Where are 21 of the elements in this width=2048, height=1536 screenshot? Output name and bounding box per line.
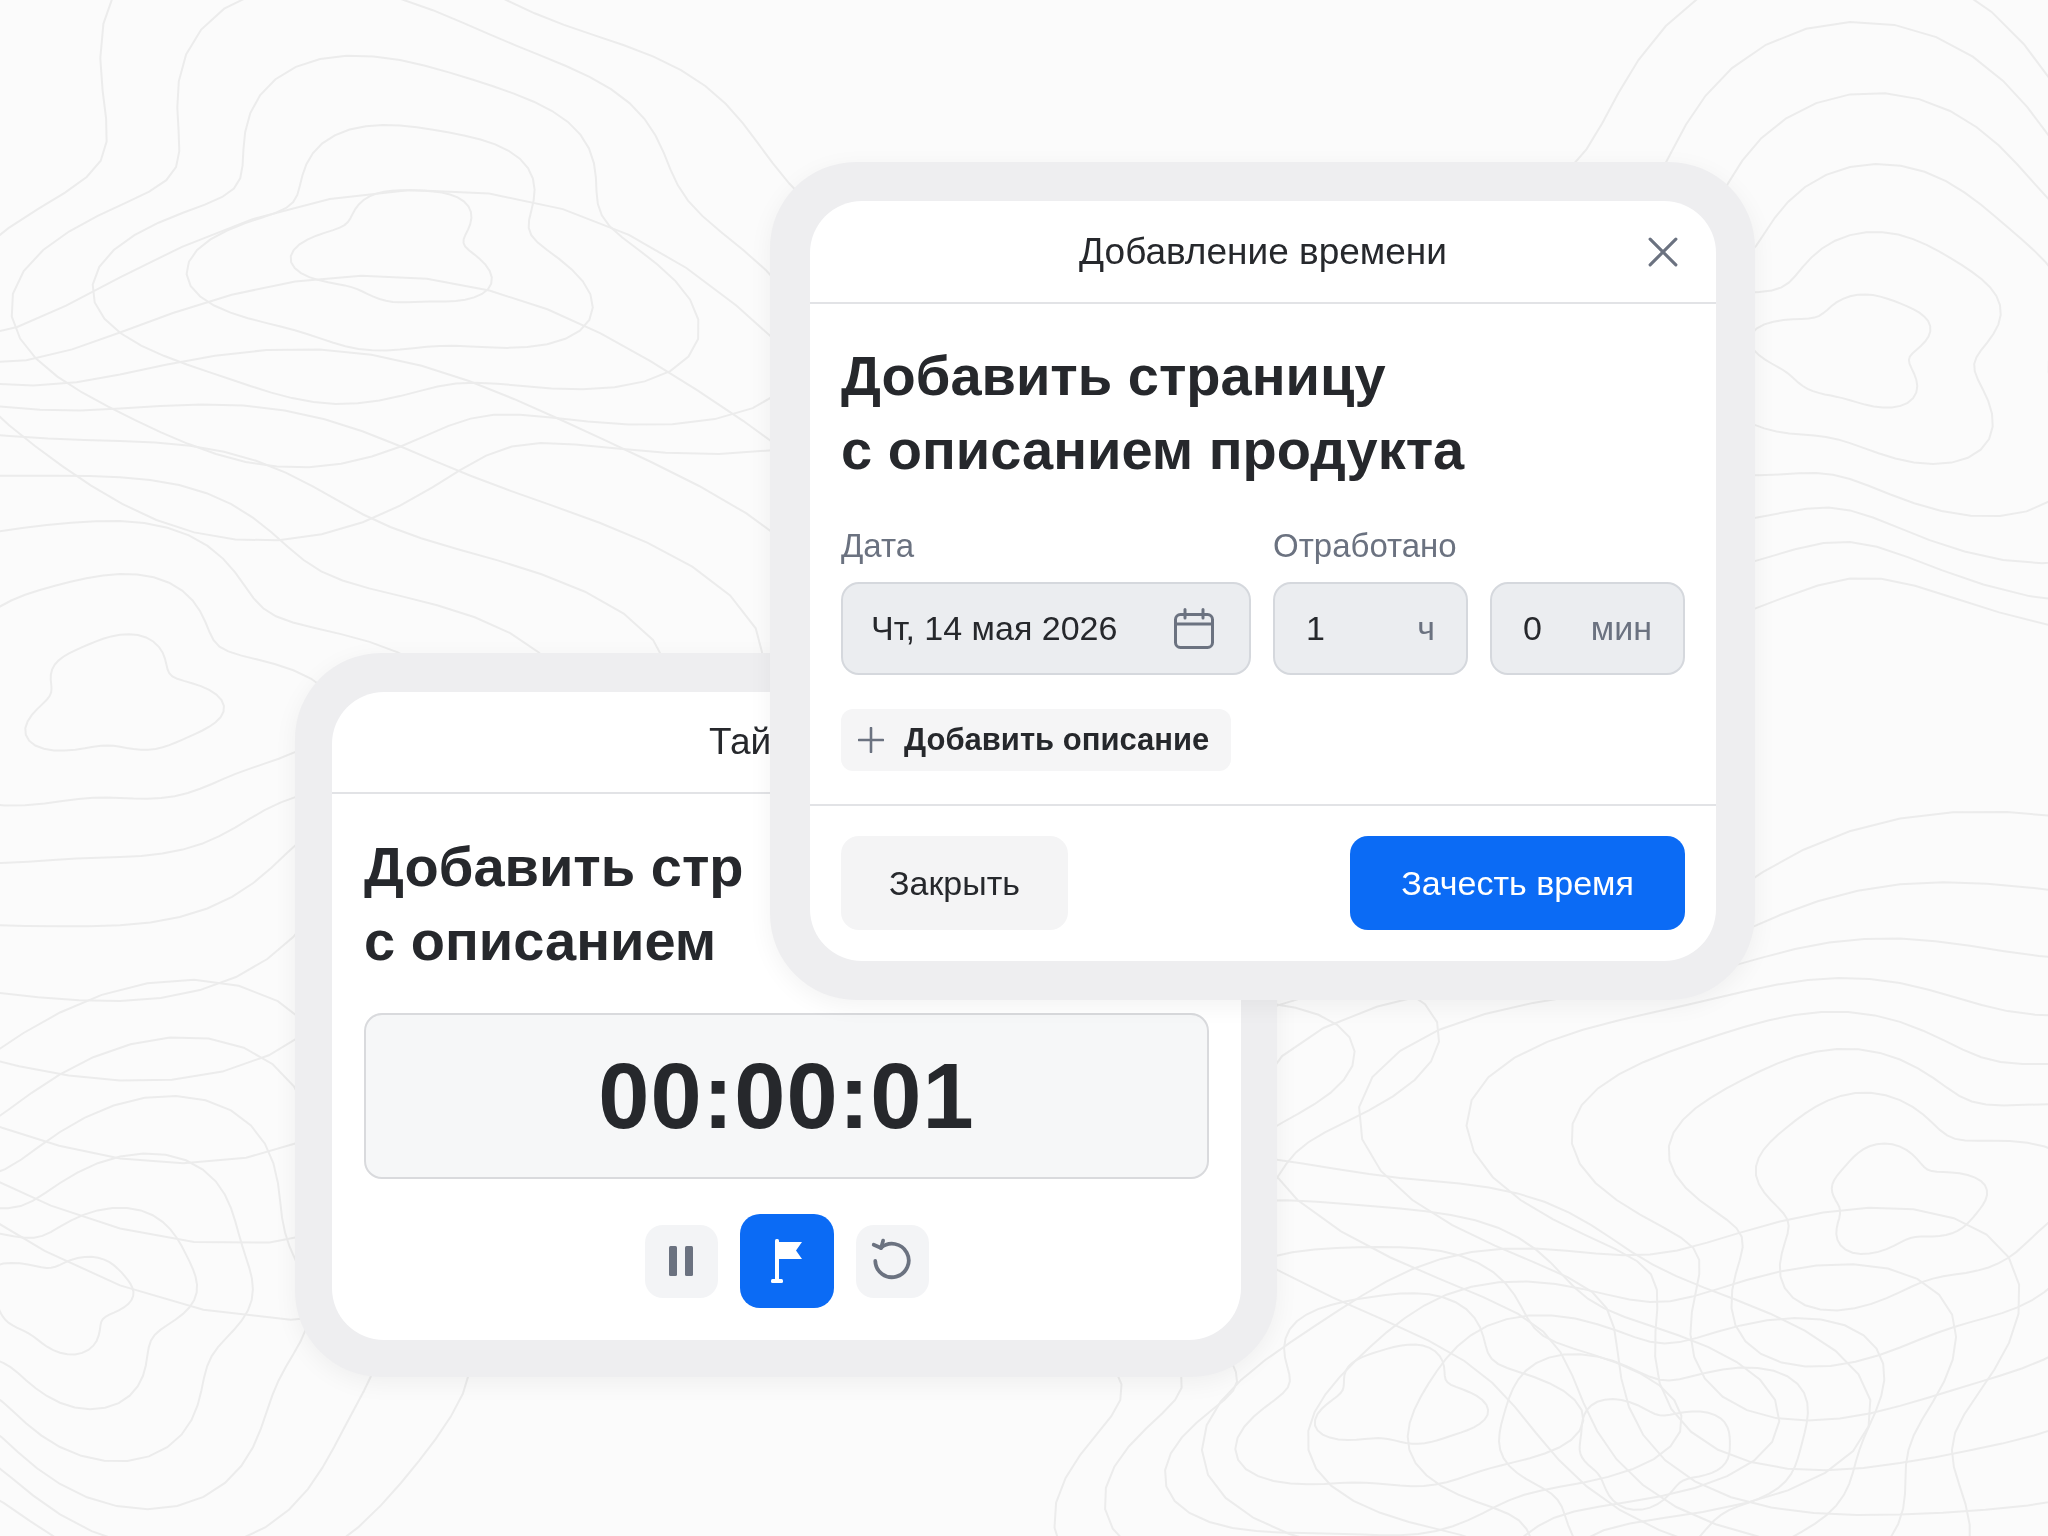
submit-time-button[interactable]: Зачесть время <box>1350 836 1685 930</box>
plus-icon <box>858 727 884 753</box>
task-title: Добавить страницу с описанием продукта <box>841 343 1465 483</box>
field-label: Дата <box>841 526 916 566</box>
reset-button[interactable] <box>855 1224 929 1298</box>
field-label: Отработано <box>1273 526 1458 566</box>
add-description-button[interactable]: Добавить описание <box>841 709 1232 771</box>
task-title: Добавить стр с описанием <box>364 834 744 974</box>
calendar-icon <box>1173 607 1215 650</box>
dialog-title: Добавление времени <box>1079 230 1447 273</box>
date-field[interactable]: Чт, 14 мая 2026 <box>841 582 1251 675</box>
close-button[interactable]: Закрыть <box>841 836 1068 930</box>
flag-icon <box>770 1239 803 1283</box>
elapsed-time: 00:00:01 <box>598 1050 975 1142</box>
flag-button[interactable] <box>739 1214 834 1308</box>
close-icon <box>1648 237 1678 267</box>
pause-icon <box>669 1246 693 1276</box>
hours-field[interactable]: 1 ч <box>1273 582 1468 675</box>
minutes-field[interactable]: 0 мин <box>1490 582 1685 675</box>
pause-button[interactable] <box>644 1224 718 1298</box>
window-title: Тай <box>709 721 772 763</box>
